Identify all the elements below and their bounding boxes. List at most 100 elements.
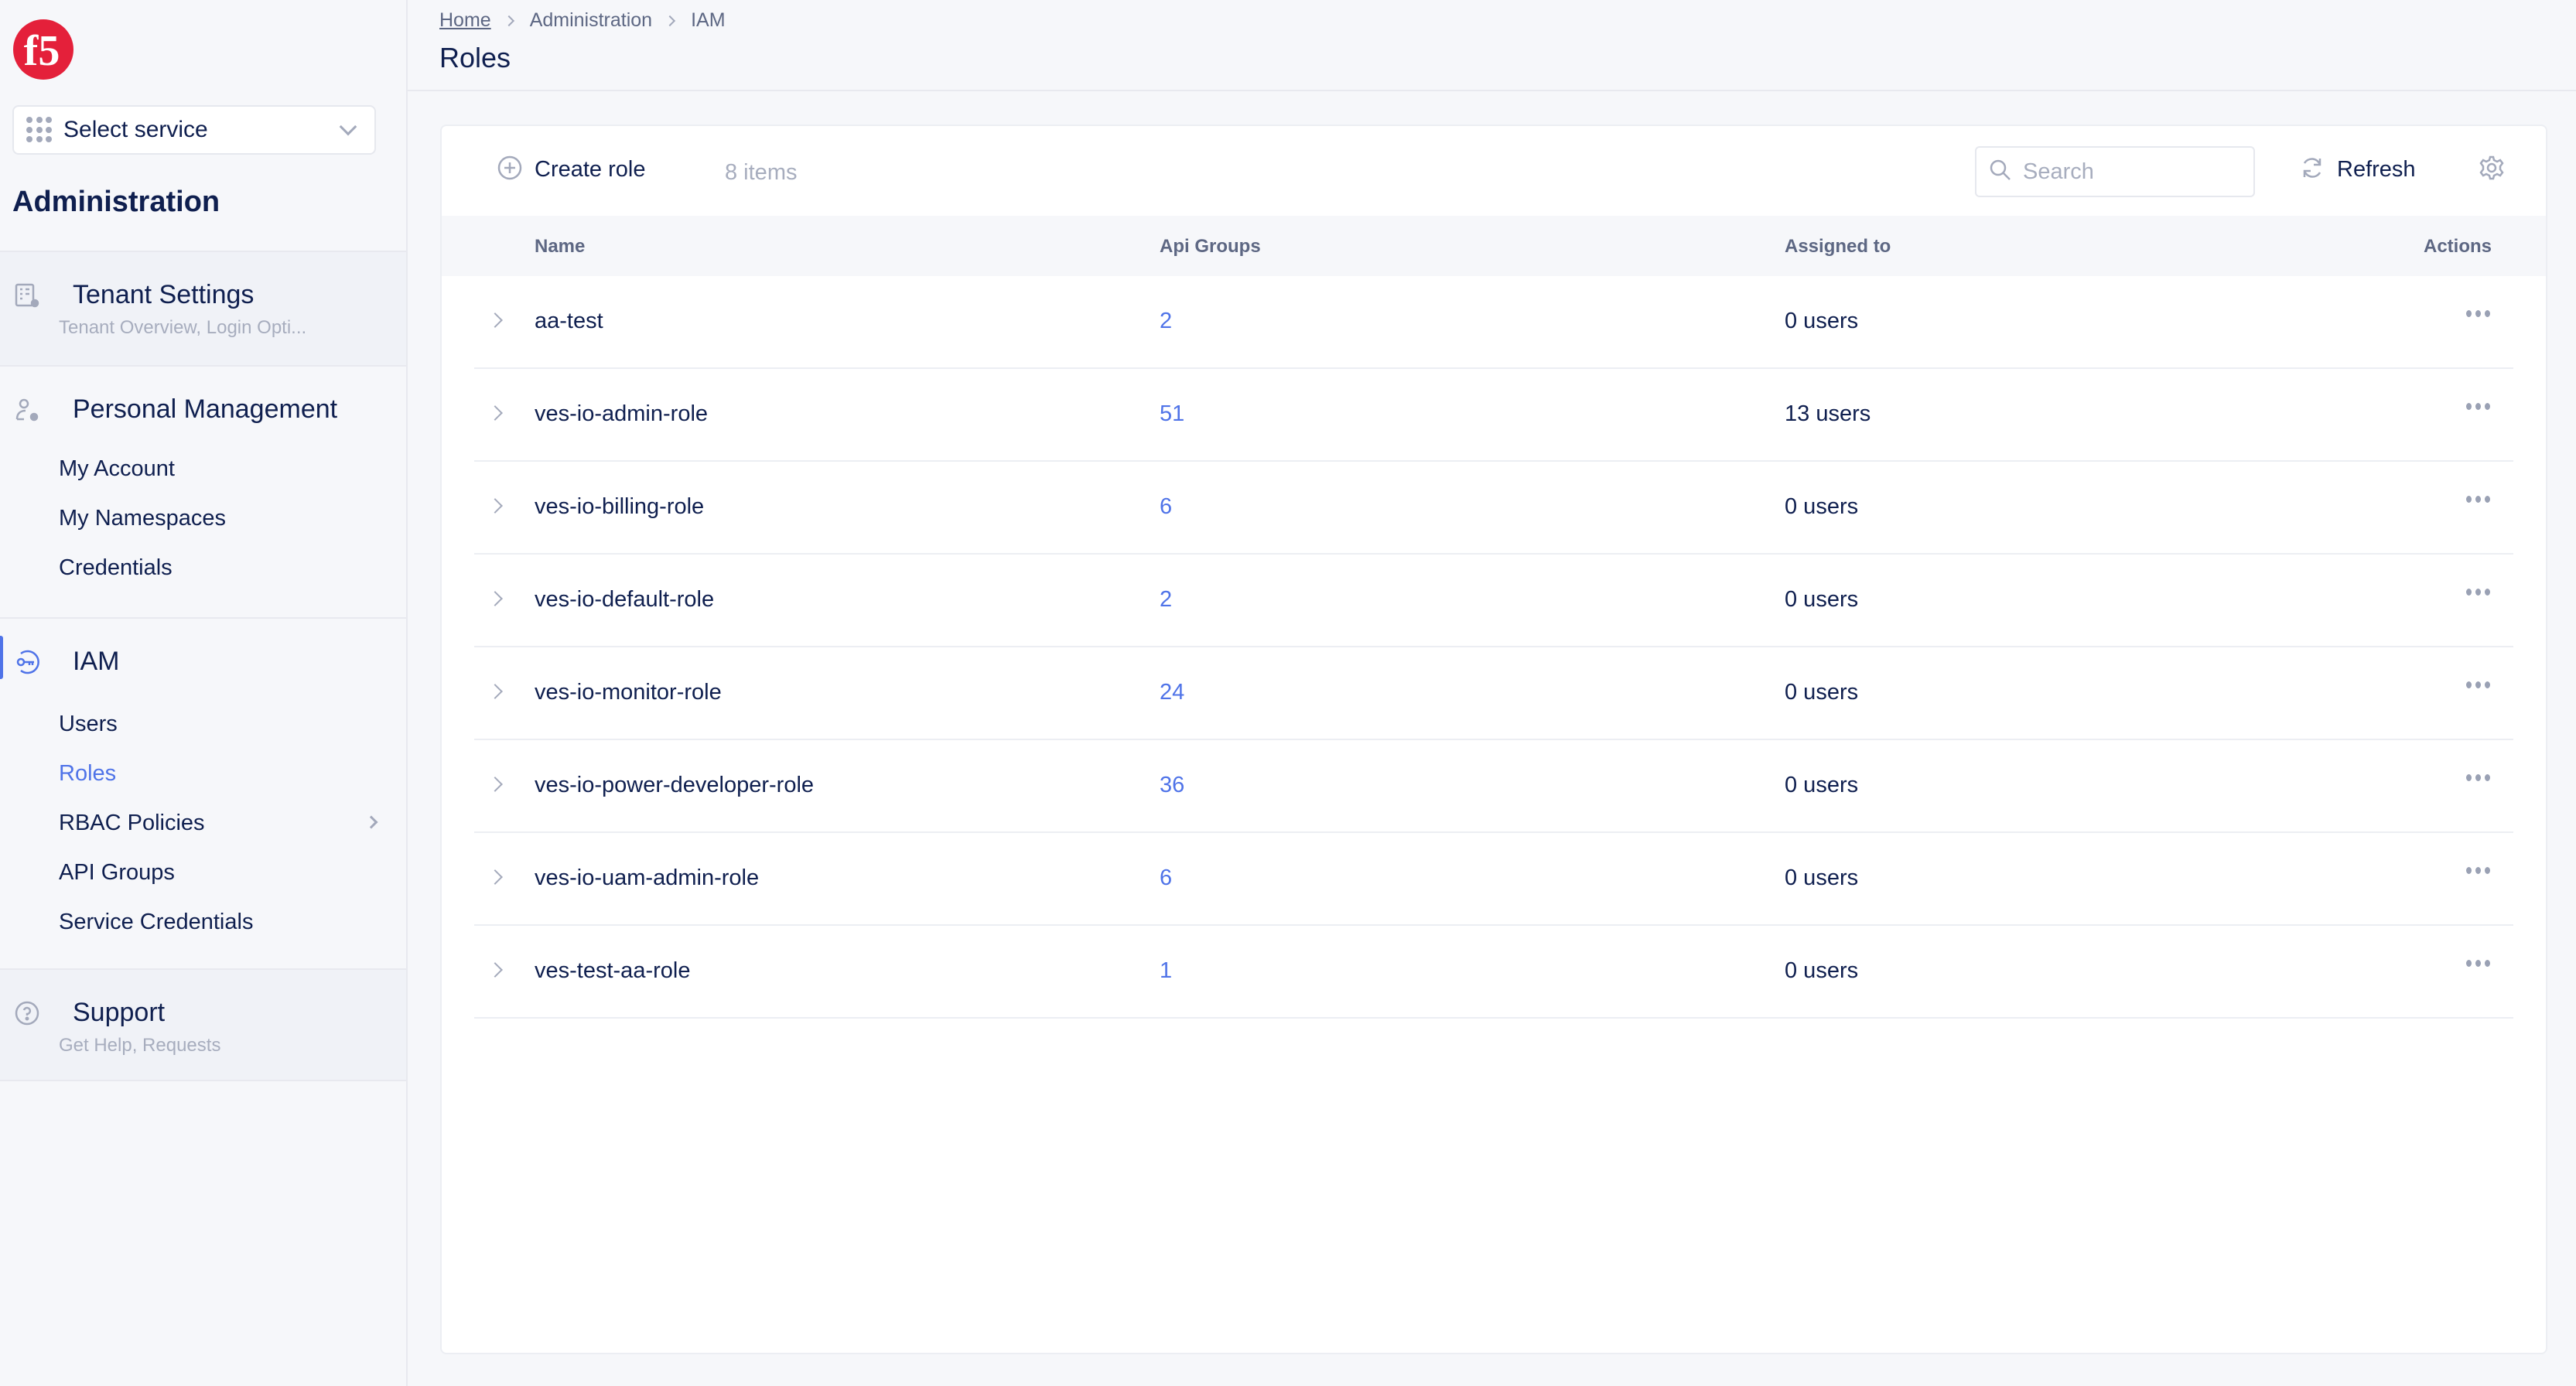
search-field[interactable] bbox=[1975, 146, 2255, 197]
search-icon bbox=[1989, 159, 2012, 186]
sidebar-section-header[interactable]: Personal Management bbox=[14, 394, 337, 425]
more-actions-icon[interactable] bbox=[2466, 867, 2490, 874]
assigned-to: 0 users bbox=[1785, 865, 1859, 890]
role-name: ves-io-billing-role bbox=[535, 494, 705, 519]
assigned-to: 0 users bbox=[1785, 309, 1859, 333]
sidebar-section-subtitle: Tenant Overview, Login Opti... bbox=[59, 317, 307, 338]
assigned-to: 0 users bbox=[1785, 958, 1859, 983]
table-settings-button[interactable] bbox=[2479, 155, 2504, 184]
expand-row-chevron-icon[interactable] bbox=[487, 312, 503, 328]
api-groups-link[interactable]: 6 bbox=[1160, 494, 1172, 520]
more-actions-icon[interactable] bbox=[2466, 403, 2490, 410]
roles-list-card: Create role 8 items Refresh bbox=[440, 125, 2547, 1354]
table-row[interactable]: ves-io-monitor-role 24 0 users bbox=[474, 647, 2513, 740]
more-actions-icon[interactable] bbox=[2466, 496, 2490, 503]
item-count: 8 items bbox=[725, 160, 798, 185]
sidebar-section-title: Support bbox=[73, 998, 166, 1027]
grid-dots-icon bbox=[26, 117, 53, 143]
expand-row-chevron-icon[interactable] bbox=[487, 591, 503, 606]
svg-text:f5: f5 bbox=[24, 27, 60, 75]
api-groups-link[interactable]: 1 bbox=[1160, 958, 1172, 984]
chevron-right-icon bbox=[664, 15, 676, 26]
expand-row-chevron-icon[interactable] bbox=[487, 405, 503, 421]
sidebar-section-subtitle: Get Help, Requests bbox=[59, 1035, 221, 1056]
column-header-actions: Actions bbox=[2423, 236, 2492, 257]
api-groups-link[interactable]: 24 bbox=[1160, 680, 1184, 705]
sidebar-item-rbac-policies[interactable]: RBAC Policies bbox=[59, 798, 384, 848]
expand-row-chevron-icon[interactable] bbox=[487, 498, 503, 514]
expand-row-chevron-icon[interactable] bbox=[487, 777, 503, 792]
table-row[interactable]: ves-io-default-role 2 0 users bbox=[474, 555, 2513, 647]
sidebar: f5 Select service Administration Tenant … bbox=[0, 0, 408, 1386]
table-row[interactable]: aa-test 2 0 users bbox=[474, 276, 2513, 369]
expand-row-chevron-icon[interactable] bbox=[487, 962, 503, 978]
table-row[interactable]: ves-io-admin-role 51 13 users bbox=[474, 369, 2513, 462]
breadcrumb-home-link[interactable]: Home bbox=[439, 9, 491, 32]
f5-logo[interactable]: f5 bbox=[12, 19, 74, 80]
sidebar-item-my-namespaces[interactable]: My Namespaces bbox=[59, 493, 384, 543]
role-name: ves-io-monitor-role bbox=[535, 680, 722, 705]
expand-row-chevron-icon[interactable] bbox=[487, 684, 503, 699]
role-name: ves-io-default-role bbox=[535, 587, 715, 612]
api-groups-link[interactable]: 2 bbox=[1160, 587, 1172, 613]
table-header: Name Api Groups Assigned to Actions bbox=[442, 216, 2546, 276]
sidebar-section-title: Personal Management bbox=[73, 394, 338, 424]
sidebar-section-tenant-settings[interactable]: Tenant Settings Tenant Overview, Login O… bbox=[0, 251, 406, 365]
page-title: Roles bbox=[439, 42, 511, 73]
role-name: ves-test-aa-role bbox=[535, 958, 691, 983]
create-role-button[interactable]: Create role bbox=[497, 155, 645, 184]
refresh-icon bbox=[2300, 155, 2325, 184]
role-name: aa-test bbox=[535, 309, 603, 333]
assigned-to: 0 users bbox=[1785, 587, 1859, 612]
more-actions-icon[interactable] bbox=[2466, 960, 2490, 967]
table-row[interactable]: ves-io-power-developer-role 36 0 users bbox=[474, 740, 2513, 833]
table-toolbar: Create role 8 items Refresh bbox=[442, 126, 2546, 216]
assigned-to: 13 users bbox=[1785, 401, 1871, 426]
sidebar-item-my-account[interactable]: My Account bbox=[59, 444, 384, 493]
table-row[interactable]: ves-io-uam-admin-role 6 0 users bbox=[474, 833, 2513, 926]
sidebar-item-users[interactable]: Users bbox=[59, 699, 384, 749]
workspace-title: Administration bbox=[12, 186, 220, 218]
sidebar-section-support[interactable]: Support Get Help, Requests bbox=[0, 968, 406, 1081]
column-header-api-groups[interactable]: Api Groups bbox=[1160, 236, 1261, 258]
search-input[interactable] bbox=[2023, 159, 2239, 185]
table-body: aa-test 2 0 users ves-io-admin-role 51 1… bbox=[442, 276, 2546, 1019]
refresh-button[interactable]: Refresh bbox=[2300, 155, 2416, 184]
column-header-name[interactable]: Name bbox=[535, 236, 585, 258]
active-section-indicator bbox=[0, 636, 3, 679]
sidebar-item-service-credentials[interactable]: Service Credentials bbox=[59, 897, 384, 947]
more-actions-icon[interactable] bbox=[2466, 681, 2490, 688]
sidebar-item-api-groups[interactable]: API Groups bbox=[59, 848, 384, 897]
expand-row-chevron-icon[interactable] bbox=[487, 869, 503, 885]
top-bar: Home Administration IAM Roles Support bbox=[408, 0, 2576, 91]
sidebar-section-title: Tenant Settings bbox=[73, 280, 255, 309]
sidebar-item-credentials[interactable]: Credentials bbox=[59, 543, 384, 592]
more-actions-icon[interactable] bbox=[2466, 310, 2490, 317]
plus-circle-icon bbox=[497, 155, 522, 184]
refresh-label: Refresh bbox=[2337, 157, 2416, 182]
sidebar-item-roles[interactable]: Roles bbox=[59, 749, 384, 798]
column-header-assigned-to[interactable]: Assigned to bbox=[1785, 236, 1891, 258]
key-icon bbox=[14, 649, 40, 675]
sidebar-section-iam: IAM Users Roles RBAC Policies API Groups… bbox=[0, 617, 406, 968]
sidebar-section-header[interactable]: IAM bbox=[14, 647, 119, 677]
api-groups-link[interactable]: 36 bbox=[1160, 773, 1184, 798]
breadcrumb: Home Administration IAM bbox=[439, 9, 726, 32]
api-groups-link[interactable]: 6 bbox=[1160, 865, 1172, 891]
more-actions-icon[interactable] bbox=[2466, 589, 2490, 596]
select-service-label: Select service bbox=[63, 117, 208, 142]
more-actions-icon[interactable] bbox=[2466, 774, 2490, 781]
chevron-right-icon bbox=[503, 15, 514, 26]
table-row[interactable]: ves-io-billing-role 6 0 users bbox=[474, 462, 2513, 555]
create-role-label: Create role bbox=[535, 157, 646, 182]
assigned-to: 0 users bbox=[1785, 773, 1859, 797]
role-name: ves-io-uam-admin-role bbox=[535, 865, 760, 890]
select-service-dropdown[interactable]: Select service bbox=[12, 105, 376, 155]
assigned-to: 0 users bbox=[1785, 494, 1859, 519]
sidebar-section-title: IAM bbox=[73, 647, 120, 676]
api-groups-link[interactable]: 2 bbox=[1160, 309, 1172, 334]
breadcrumb-iam: IAM bbox=[691, 9, 726, 31]
api-groups-link[interactable]: 51 bbox=[1160, 401, 1184, 427]
table-row[interactable]: ves-test-aa-role 1 0 users bbox=[474, 926, 2513, 1019]
building-gear-icon bbox=[14, 282, 40, 309]
